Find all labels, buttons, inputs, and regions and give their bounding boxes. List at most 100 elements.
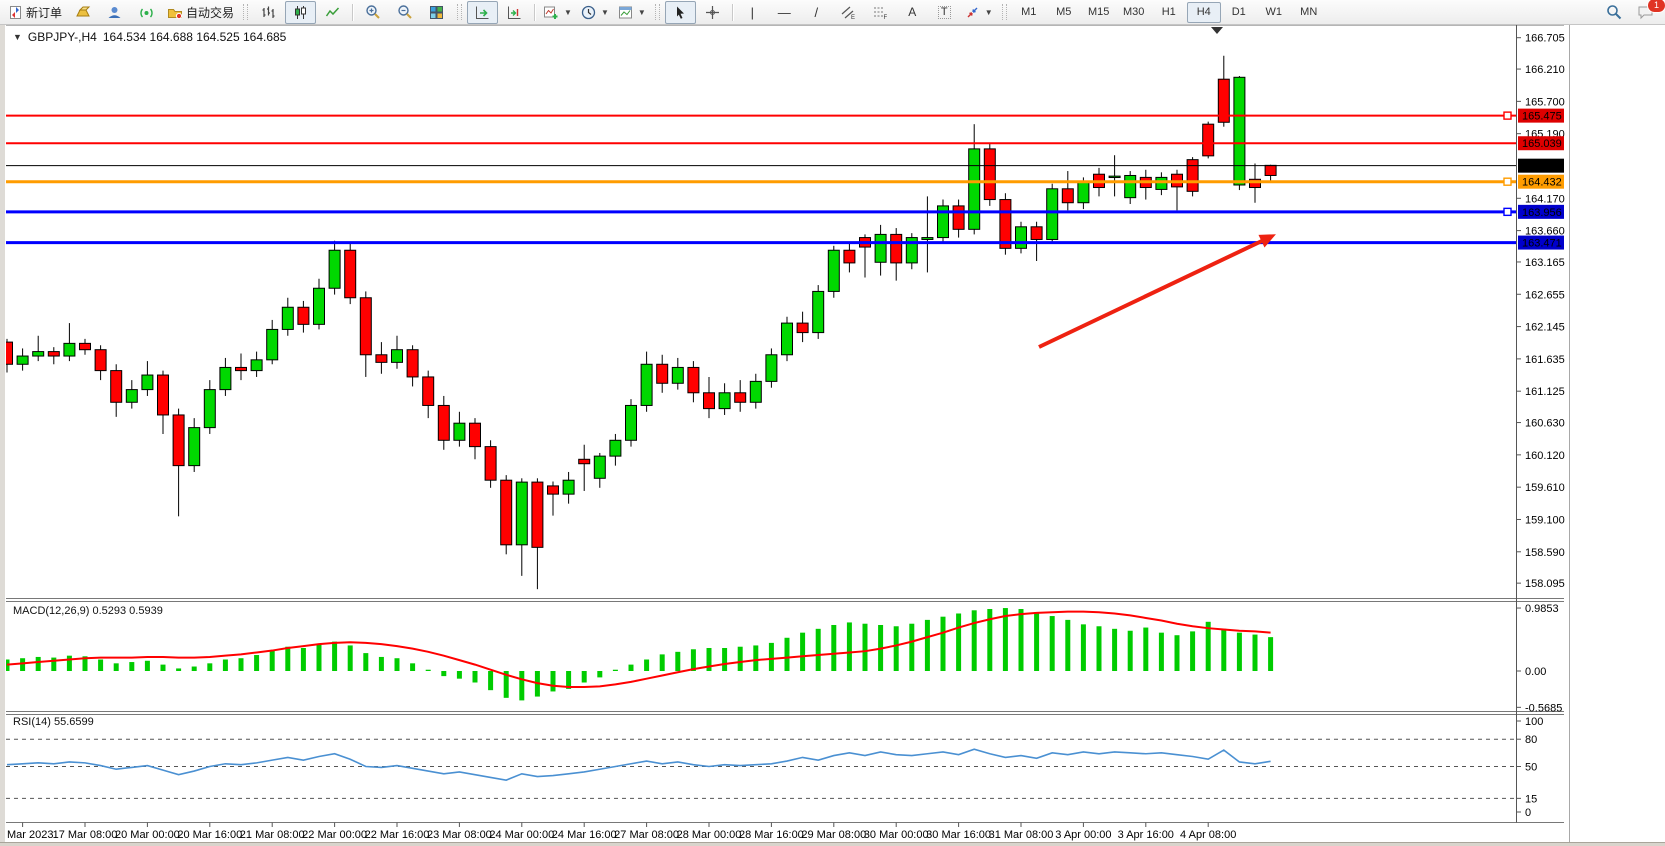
svg-text:23 Mar 08:00: 23 Mar 08:00 bbox=[427, 829, 492, 841]
signals-button[interactable] bbox=[131, 1, 162, 24]
arrows-tool-button[interactable]: ▼ bbox=[961, 1, 997, 24]
line-chart-mode-button[interactable] bbox=[317, 1, 348, 24]
svg-text:162.145: 162.145 bbox=[1525, 322, 1565, 334]
chevron-down-icon: ▼ bbox=[564, 8, 572, 17]
add-indicator-icon bbox=[543, 5, 559, 20]
equidistant-channel-icon: E bbox=[840, 5, 856, 20]
tab-timeframe-M1[interactable]: M1 bbox=[1012, 2, 1046, 23]
new-order-icon bbox=[8, 5, 23, 20]
tab-timeframe-MN[interactable]: MN bbox=[1292, 2, 1326, 23]
svg-text:24 Mar 16:00: 24 Mar 16:00 bbox=[552, 829, 617, 841]
add-indicator-button[interactable]: ▼ bbox=[539, 1, 576, 24]
svg-text:F: F bbox=[884, 15, 888, 20]
line-chart-icon bbox=[325, 5, 340, 20]
candlestick-mode-button[interactable] bbox=[285, 1, 316, 24]
svg-text:163.956: 163.956 bbox=[1522, 207, 1562, 219]
svg-text:50: 50 bbox=[1525, 762, 1537, 774]
svg-text:160.630: 160.630 bbox=[1525, 418, 1565, 430]
svg-text:163.165: 163.165 bbox=[1525, 257, 1565, 269]
chart-canvas[interactable]: 166.705166.210165.700165.190164.170163.6… bbox=[6, 25, 1566, 841]
toolbar-separator bbox=[352, 4, 353, 21]
svg-text:159.100: 159.100 bbox=[1525, 514, 1565, 526]
tab-timeframe-D1[interactable]: D1 bbox=[1222, 2, 1256, 23]
gold-account-button[interactable] bbox=[67, 1, 98, 24]
chart-shift-icon bbox=[507, 5, 522, 20]
svg-text:28 Mar 00:00: 28 Mar 00:00 bbox=[677, 829, 742, 841]
crosshair-icon bbox=[705, 5, 720, 20]
svg-text:15: 15 bbox=[1525, 793, 1537, 805]
svg-text:160.120: 160.120 bbox=[1525, 450, 1565, 462]
periods-button[interactable]: ▼ bbox=[577, 1, 613, 24]
svg-text:158.095: 158.095 bbox=[1525, 578, 1565, 590]
tile-windows-button[interactable] bbox=[421, 1, 452, 24]
svg-text:166.705: 166.705 bbox=[1525, 33, 1565, 45]
search-button[interactable] bbox=[1598, 1, 1629, 24]
trend-arrow-annotation bbox=[1039, 239, 1266, 347]
fibonacci-icon: F bbox=[872, 5, 888, 20]
accounts-button[interactable] bbox=[99, 1, 130, 24]
toolbar-grip bbox=[243, 4, 248, 20]
status-bar bbox=[0, 842, 1665, 846]
zoom-out-button[interactable] bbox=[389, 1, 420, 24]
svg-text:24 Mar 00:00: 24 Mar 00:00 bbox=[489, 829, 554, 841]
svg-text:3 Apr 00:00: 3 Apr 00:00 bbox=[1055, 829, 1111, 841]
svg-text:165.700: 165.700 bbox=[1525, 96, 1565, 108]
svg-text:159.610: 159.610 bbox=[1525, 482, 1565, 494]
auto-scroll-icon bbox=[475, 5, 490, 20]
tab-timeframe-M30[interactable]: M30 bbox=[1117, 2, 1151, 23]
auto-scroll-button[interactable] bbox=[467, 1, 498, 24]
cursor-tool-button[interactable] bbox=[665, 1, 696, 24]
tile-windows-icon bbox=[429, 5, 444, 20]
svg-text:164.432: 164.432 bbox=[1522, 177, 1562, 189]
new-order-button[interactable]: 新订单 bbox=[4, 1, 66, 24]
autotrade-button[interactable]: 自动交易 bbox=[163, 1, 238, 24]
new-order-label: 新订单 bbox=[26, 4, 62, 21]
svg-text:20 Mar 00:00: 20 Mar 00:00 bbox=[115, 829, 180, 841]
tab-timeframe-M5[interactable]: M5 bbox=[1047, 2, 1081, 23]
chart-window[interactable]: 166.705166.210165.700165.190164.170163.6… bbox=[0, 25, 1570, 842]
timeframe-switcher: M1M5M15M30H1H4D1W1MN bbox=[1012, 2, 1326, 23]
toolbar-separator bbox=[534, 4, 535, 21]
chat-button[interactable]: 1 bbox=[1630, 1, 1661, 24]
svg-text:-0.5685: -0.5685 bbox=[1525, 702, 1562, 714]
svg-text:80: 80 bbox=[1525, 734, 1537, 746]
template-icon bbox=[618, 5, 633, 20]
fibonacci-tool-button[interactable]: F bbox=[865, 1, 896, 24]
toolbar-grip bbox=[1002, 4, 1007, 20]
svg-text:22 Mar 16:00: 22 Mar 16:00 bbox=[365, 829, 430, 841]
notification-badge: 1 bbox=[1647, 0, 1665, 13]
crosshair-tool-button[interactable] bbox=[697, 1, 728, 24]
bar-chart-mode-button[interactable] bbox=[253, 1, 284, 24]
signals-icon bbox=[139, 5, 154, 20]
text-label-tool-button[interactable]: T bbox=[929, 1, 960, 24]
horizontal-line-tool-button[interactable]: — bbox=[769, 1, 800, 24]
trend-line-icon: / bbox=[814, 6, 818, 19]
text-a-icon: A bbox=[908, 6, 916, 18]
text-tool-button[interactable]: A bbox=[897, 1, 928, 24]
chart-shift-button[interactable] bbox=[499, 1, 530, 24]
tab-timeframe-M15[interactable]: M15 bbox=[1082, 2, 1116, 23]
autotrade-label: 自动交易 bbox=[186, 4, 234, 21]
zoom-in-button[interactable] bbox=[357, 1, 388, 24]
vertical-line-tool-button[interactable]: | bbox=[737, 1, 768, 24]
vertical-line-icon: | bbox=[751, 6, 754, 19]
text-label-icon: T bbox=[938, 6, 951, 19]
svg-text:0.9853: 0.9853 bbox=[1525, 603, 1559, 615]
svg-text:30 Mar 00:00: 30 Mar 00:00 bbox=[864, 829, 929, 841]
chevron-down-icon: ▼ bbox=[601, 8, 609, 17]
tab-timeframe-H4[interactable]: H4 bbox=[1187, 2, 1221, 23]
templates-button[interactable]: ▼ bbox=[614, 1, 650, 24]
tab-timeframe-H1[interactable]: H1 bbox=[1152, 2, 1186, 23]
svg-text:22 Mar 00:00: 22 Mar 00:00 bbox=[302, 829, 367, 841]
chevron-down-icon: ▼ bbox=[638, 8, 646, 17]
channel-tool-button[interactable]: E bbox=[833, 1, 864, 24]
chevron-down-icon: ▼ bbox=[985, 8, 993, 17]
svg-text:27 Mar 08:00: 27 Mar 08:00 bbox=[614, 829, 679, 841]
toolbar-grip bbox=[457, 4, 462, 20]
tab-timeframe-W1[interactable]: W1 bbox=[1257, 2, 1291, 23]
candlesticks-icon bbox=[293, 5, 308, 20]
accounts-icon bbox=[107, 5, 122, 20]
svg-text:17 Mar 08:00: 17 Mar 08:00 bbox=[53, 829, 118, 841]
trendline-tool-button[interactable]: / bbox=[801, 1, 832, 24]
svg-text:3 Apr 16:00: 3 Apr 16:00 bbox=[1118, 829, 1174, 841]
